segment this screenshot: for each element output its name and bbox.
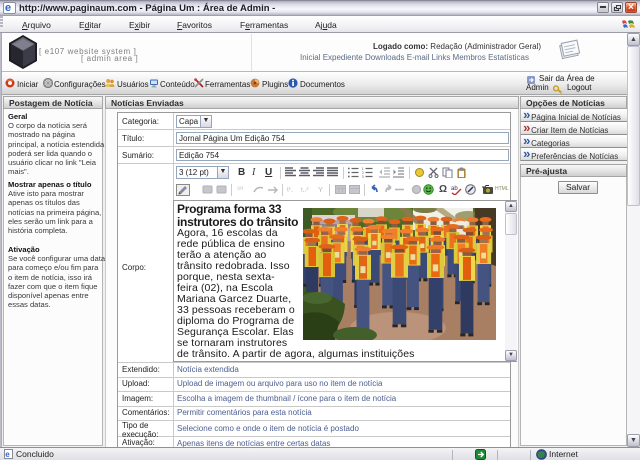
svg-text:t¹,,: t¹,,	[287, 187, 293, 194]
svg-text:e: e	[5, 450, 10, 459]
svg-text:¹²³: ¹²³	[237, 187, 243, 193]
svg-text:3: 3	[362, 174, 365, 178]
svg-text:Y: Y	[318, 185, 323, 194]
svg-text:ab: ab	[451, 186, 458, 192]
svg-text:t,,²: t,,²	[301, 187, 309, 194]
